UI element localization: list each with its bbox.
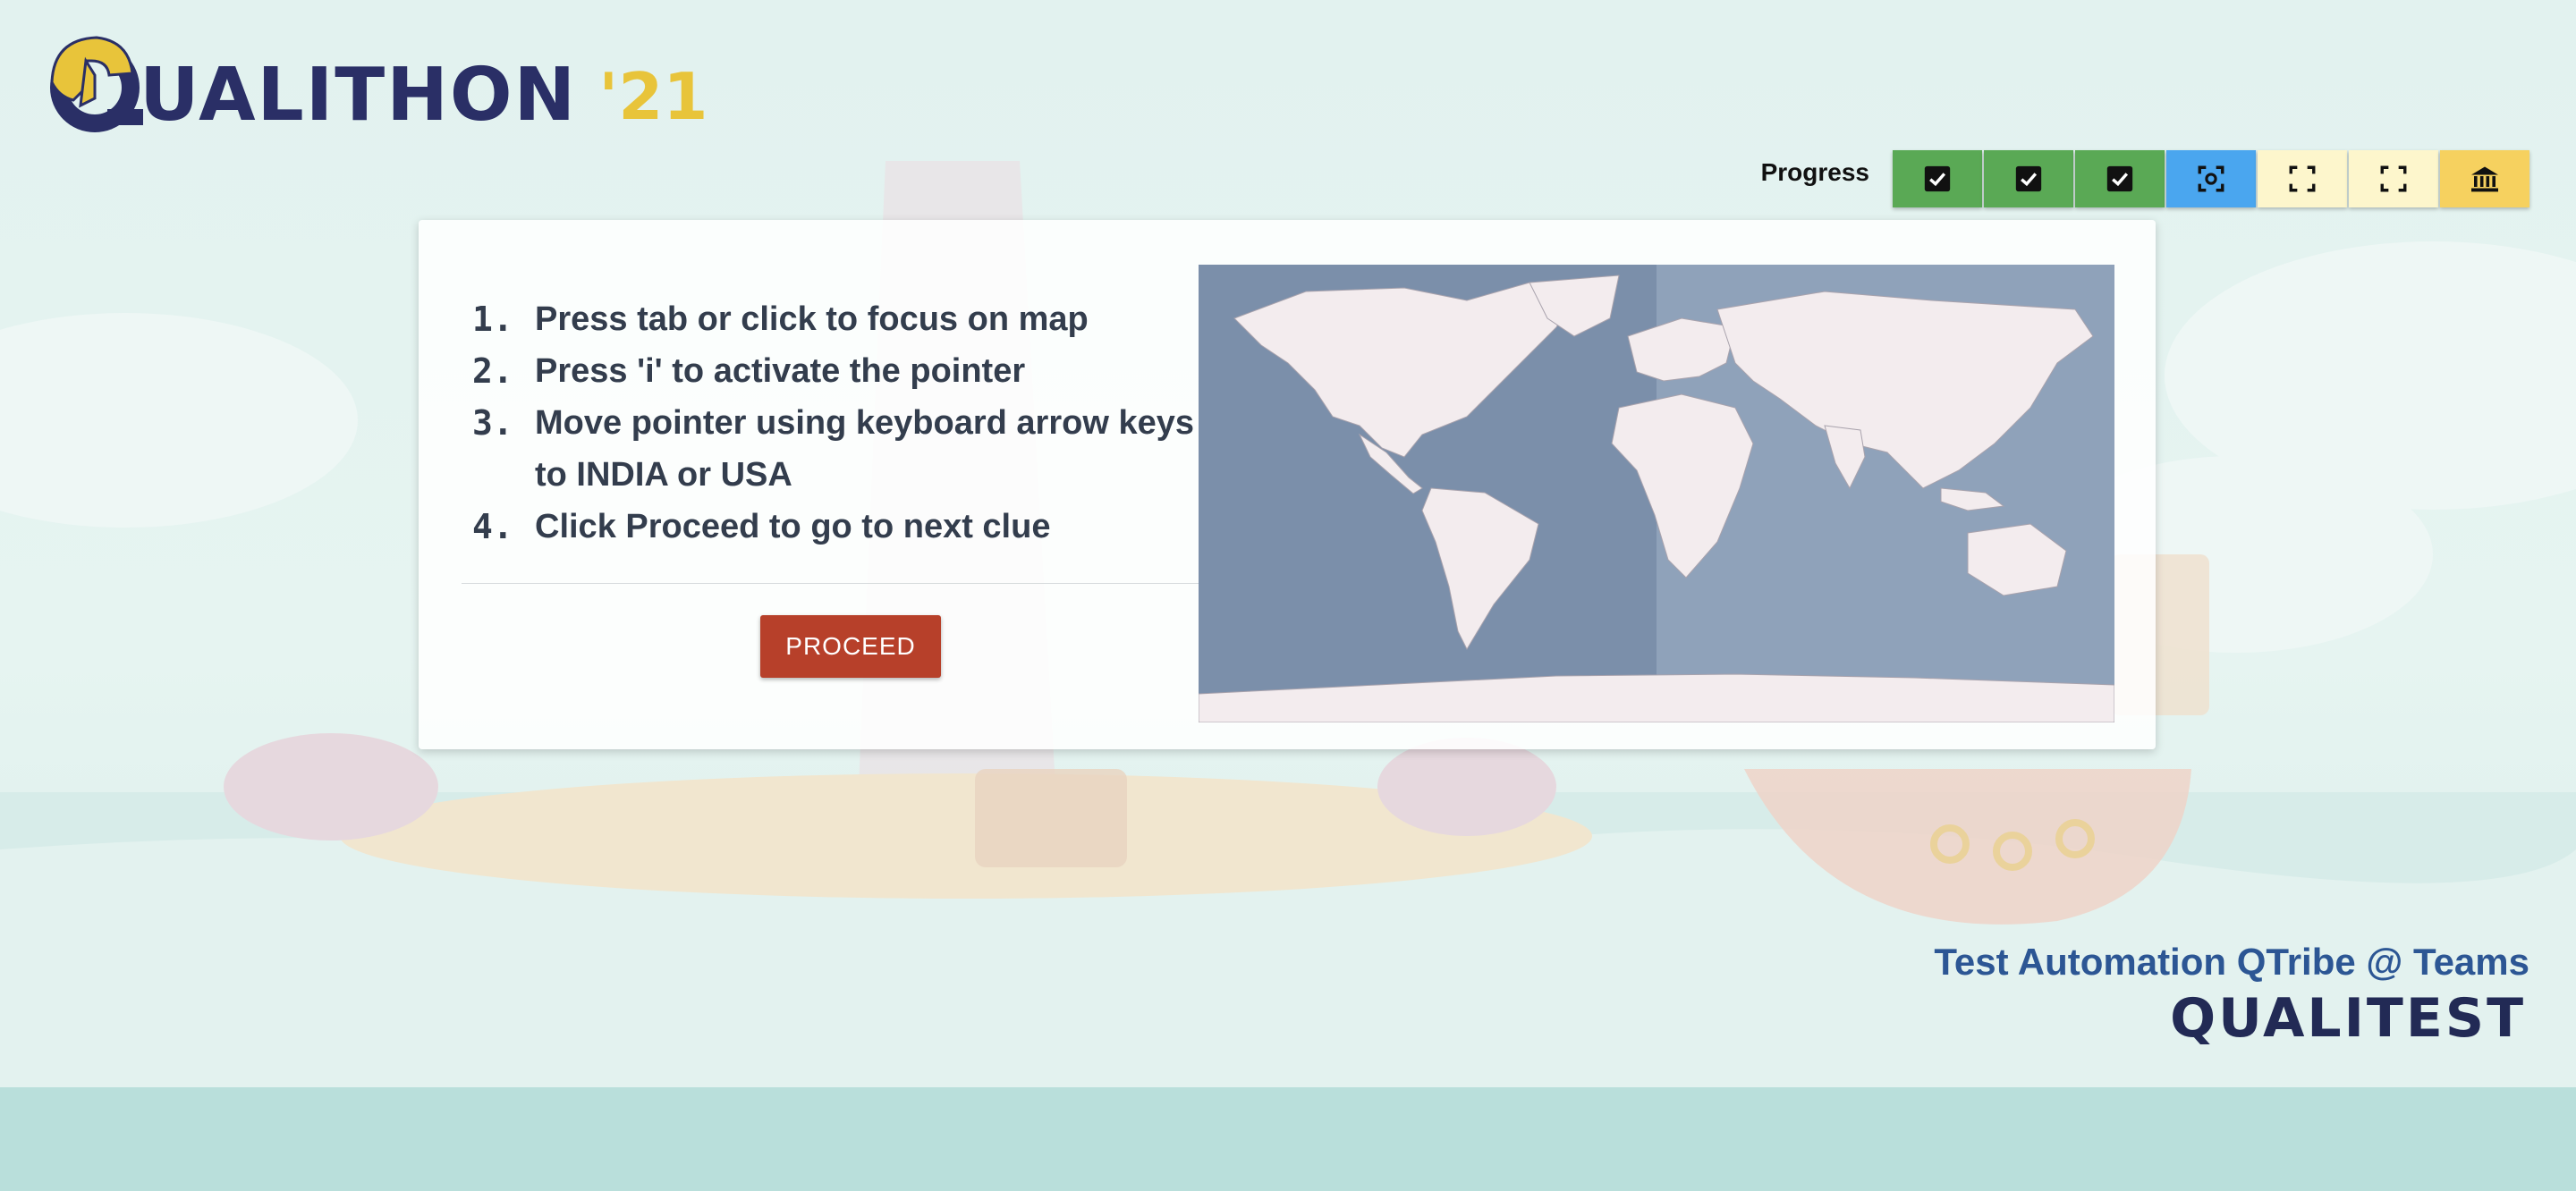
- instruction-item: 3. Move pointer using keyboard arrow key…: [469, 397, 1202, 501]
- bottom-band: [0, 1087, 2576, 1191]
- instruction-list: 1. Press tab or click to focus on map 2.…: [469, 293, 1202, 553]
- progress-step-2[interactable]: [1984, 150, 2073, 207]
- check-icon: [2015, 165, 2042, 192]
- world-landmass: [1199, 275, 2114, 722]
- expand-frame-icon: [2380, 165, 2407, 192]
- proceed-button[interactable]: PROCEED: [760, 615, 941, 678]
- instruction-number: 4.: [472, 507, 513, 546]
- instruction-text: Press tab or click to focus on map: [535, 300, 1089, 338]
- progress-step-5[interactable]: [2258, 150, 2347, 207]
- progress-step-4[interactable]: [2166, 150, 2256, 207]
- footer-brand: QUALITEST: [2170, 987, 2526, 1050]
- qualithon-logo: UALITHON '21: [45, 32, 708, 139]
- instruction-text: Move pointer using keyboard arrow keys t…: [535, 404, 1194, 494]
- spartan-helmet-logo-icon: [50, 36, 143, 132]
- instruction-number: 3.: [472, 403, 513, 443]
- expand-frame-icon: [2289, 165, 2316, 192]
- clue-card: 1. Press tab or click to focus on map 2.…: [419, 220, 2156, 749]
- instruction-number: 2.: [472, 351, 513, 391]
- bank-icon: [2471, 166, 2498, 192]
- progress-tracker: Progress: [1761, 150, 2529, 207]
- progress-step-1[interactable]: [1893, 150, 1982, 207]
- progress-label: Progress: [1760, 158, 1869, 186]
- footer-tagline: Test Automation QTribe @ Teams: [1934, 941, 2529, 983]
- focus-target-icon: [2198, 165, 2224, 192]
- world-map[interactable]: [1199, 265, 2114, 722]
- background-scene: UALITHON '21 Progress 1. Press tab or cl…: [0, 0, 2576, 1087]
- progress-step-6[interactable]: [2349, 150, 2438, 207]
- instruction-text: Click Proceed to go to next clue: [535, 508, 1051, 545]
- progress-step-3[interactable]: [2075, 150, 2165, 207]
- logo-wordmark: UALITHON: [140, 53, 578, 138]
- progress-step-7[interactable]: [2440, 150, 2529, 207]
- instruction-text: Press 'i' to activate the pointer: [535, 352, 1026, 390]
- instruction-item: 2. Press 'i' to activate the pointer: [469, 345, 1202, 397]
- check-icon: [1924, 165, 1951, 192]
- check-icon: [2106, 165, 2133, 192]
- instruction-number: 1.: [472, 300, 513, 339]
- instruction-item: 1. Press tab or click to focus on map: [469, 293, 1202, 345]
- logo-year: '21: [598, 59, 708, 134]
- instruction-item: 4. Click Proceed to go to next clue: [469, 501, 1202, 553]
